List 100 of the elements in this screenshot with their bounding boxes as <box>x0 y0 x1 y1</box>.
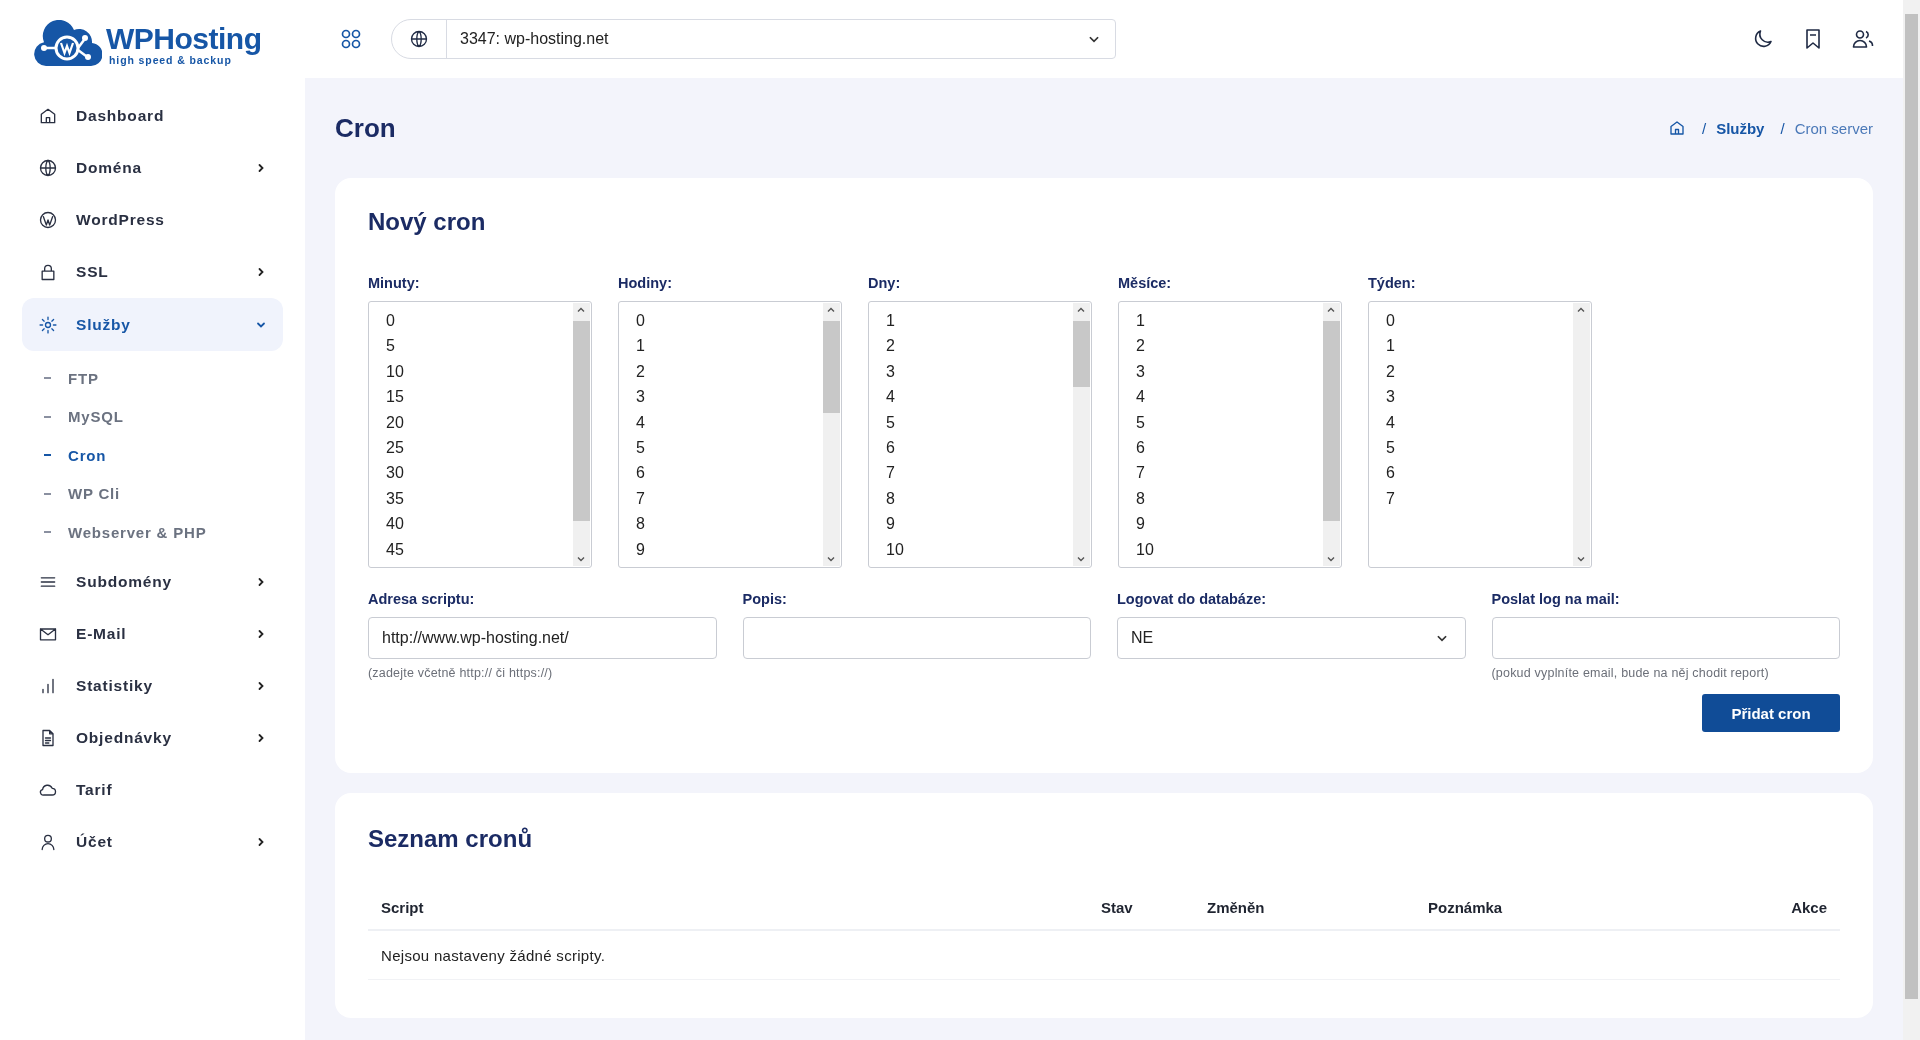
list-option[interactable]: 7 <box>886 460 1073 486</box>
list-option[interactable]: 5 <box>386 333 573 359</box>
submenu-item[interactable]: Cron <box>22 436 283 475</box>
list-option[interactable]: 5 <box>1136 409 1323 436</box>
arrow-down-icon[interactable] <box>576 554 586 564</box>
list-box[interactable]: 0 1 2 3 4 5 6 7 8 9 <box>618 301 842 568</box>
list-option[interactable]: 3 <box>886 358 1073 385</box>
list-option[interactable]: 45 <box>386 536 573 563</box>
arrow-up-icon[interactable] <box>826 305 836 315</box>
arrow-up-icon[interactable] <box>576 305 586 315</box>
list-option[interactable]: 6 <box>1386 460 1573 486</box>
list-option[interactable]: 40 <box>386 511 573 537</box>
list-box[interactable]: 1 2 3 4 5 6 7 8 9 10 <box>868 301 1092 568</box>
list-option[interactable]: 4 <box>636 409 823 436</box>
field-label: Týden: <box>1368 274 1417 292</box>
list-option[interactable]: 7 <box>1386 485 1573 512</box>
scrollbar[interactable] <box>1573 303 1590 566</box>
list-option[interactable]: 4 <box>1386 409 1573 436</box>
list-option[interactable]: 6 <box>1136 435 1323 461</box>
list-option[interactable]: 10 <box>886 536 1073 563</box>
arrow-up-icon[interactable] <box>1076 305 1086 315</box>
list-option[interactable]: 2 <box>886 333 1073 359</box>
list-option[interactable]: 9 <box>1136 511 1323 537</box>
sidebar-item[interactable]: WordPress <box>22 194 283 246</box>
select-field[interactable]: NE <box>1117 617 1466 659</box>
sidebar-item[interactable]: Tarif <box>22 763 283 816</box>
wordpress-icon <box>38 210 58 230</box>
list-option[interactable]: 5 <box>886 409 1073 436</box>
list-option[interactable]: 6 <box>636 460 823 486</box>
list-option[interactable]: 1 <box>886 308 1073 334</box>
list-option[interactable]: 20 <box>386 409 573 436</box>
list-box[interactable]: 0 1 2 3 4 5 6 7 <box>1368 301 1592 568</box>
list-option[interactable]: 5 <box>1386 435 1573 461</box>
list-option[interactable]: 7 <box>1136 460 1323 486</box>
list-option[interactable]: 10 <box>1136 536 1323 563</box>
list-option[interactable]: 3 <box>1136 358 1323 385</box>
users-icon[interactable] <box>1851 27 1875 51</box>
list-option[interactable]: 4 <box>1136 384 1323 410</box>
add-cron-button[interactable]: Přidat cron <box>1702 694 1840 732</box>
sidebar-item[interactable]: Statistiky <box>22 659 283 712</box>
list-option[interactable]: 3 <box>636 384 823 410</box>
submenu-item[interactable]: MySQL <box>22 397 283 436</box>
sidebar-item[interactable]: Dashboard <box>22 90 283 142</box>
list-option[interactable]: 7 <box>636 485 823 512</box>
sidebar-item[interactable]: E-Mail <box>22 607 283 660</box>
home-icon[interactable] <box>1667 119 1686 137</box>
list-option[interactable]: 1 <box>1136 308 1323 334</box>
submenu-item[interactable]: Webserver & PHP <box>22 513 283 552</box>
dash-icon <box>44 531 51 534</box>
input-field[interactable] <box>1491 617 1840 659</box>
list-option[interactable]: 30 <box>386 460 573 486</box>
list-option[interactable]: 1 <box>636 333 823 359</box>
arrow-down-icon[interactable] <box>1576 554 1586 564</box>
scrollbar[interactable] <box>573 303 590 566</box>
list-option[interactable]: 3 <box>1386 384 1573 410</box>
list-option[interactable]: 8 <box>1136 485 1323 512</box>
list-option[interactable]: 8 <box>886 485 1073 512</box>
submenu-item[interactable]: FTP <box>22 359 283 398</box>
arrow-up-icon[interactable] <box>1326 305 1336 315</box>
arrow-up-icon[interactable] <box>1576 305 1586 315</box>
list-option[interactable]: 25 <box>386 435 573 461</box>
list-option[interactable]: 6 <box>886 435 1073 461</box>
list-option[interactable]: 2 <box>1136 333 1323 359</box>
list-option[interactable]: 10 <box>386 358 573 385</box>
dash-icon <box>44 454 51 457</box>
list-option[interactable]: 9 <box>636 536 823 563</box>
card-title: Seznam cronů <box>368 824 534 854</box>
scrollbar[interactable] <box>1323 303 1340 566</box>
list-option[interactable]: 8 <box>636 511 823 537</box>
input-field[interactable]: http://www.wp-hosting.net/ <box>368 617 717 659</box>
list-option[interactable]: 1 <box>1386 333 1573 359</box>
list-option[interactable]: 2 <box>636 358 823 385</box>
arrow-down-icon[interactable] <box>826 554 836 564</box>
list-option[interactable]: 35 <box>386 485 573 512</box>
sidebar-item[interactable]: SSL <box>22 246 283 298</box>
list-option[interactable]: 0 <box>1386 308 1573 334</box>
list-option[interactable]: 0 <box>636 308 823 334</box>
scrollbar[interactable] <box>1903 0 1920 1040</box>
list-option[interactable]: 9 <box>886 511 1073 537</box>
list-box[interactable]: 0 5 10 15 20 25 30 35 40 45 <box>368 301 592 568</box>
sidebar-item[interactable]: Subdomény <box>22 555 283 608</box>
sidebar-item[interactable]: Objednávky <box>22 711 283 764</box>
breadcrumb-link[interactable]: Služby <box>1716 119 1765 137</box>
submenu-item[interactable]: WP Cli <box>22 474 283 513</box>
list-option[interactable]: 4 <box>886 384 1073 410</box>
sidebar-item[interactable]: Služby <box>22 298 283 351</box>
list-box[interactable]: 1 2 3 4 5 6 7 8 9 10 <box>1118 301 1342 568</box>
apps-grid-icon[interactable] <box>339 27 363 51</box>
dash-icon <box>44 492 51 495</box>
list-option[interactable]: 15 <box>386 384 573 410</box>
sidebar-item[interactable]: Doména <box>22 142 283 194</box>
list-option[interactable]: 5 <box>636 435 823 461</box>
arrow-down-icon[interactable] <box>1326 554 1336 564</box>
sidebar-item[interactable]: Účet <box>22 815 283 868</box>
list-option[interactable]: 2 <box>1386 358 1573 385</box>
scrollbar[interactable] <box>823 303 840 566</box>
input-field[interactable] <box>742 617 1091 659</box>
scrollbar[interactable] <box>1073 303 1090 566</box>
arrow-down-icon[interactable] <box>1076 554 1086 564</box>
list-option[interactable]: 0 <box>386 308 573 334</box>
